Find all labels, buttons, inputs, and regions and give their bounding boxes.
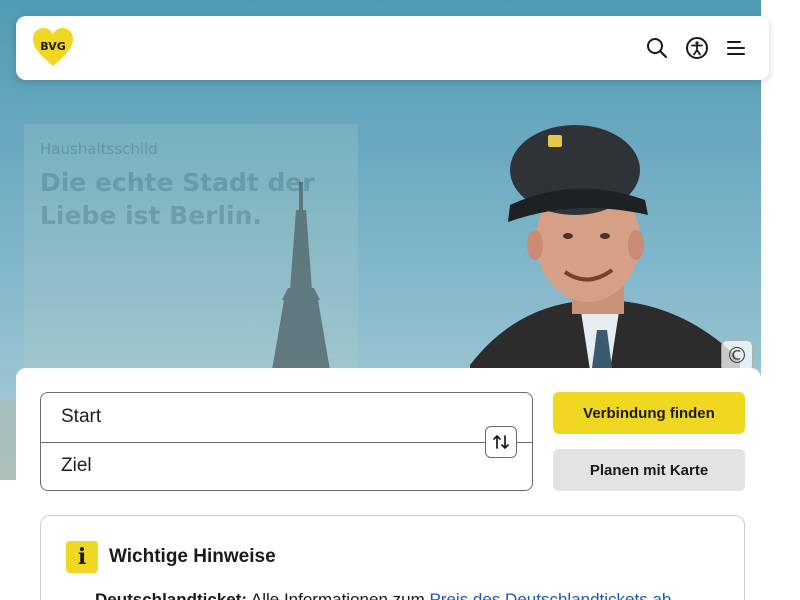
accessibility-button[interactable] <box>685 36 709 60</box>
search-icon <box>647 38 668 59</box>
route-divider <box>41 442 532 443</box>
notice-title: Wichtige Hinweise <box>109 546 276 567</box>
start-input[interactable]: Start <box>61 406 101 428</box>
notice-item: Deutschlandticket: Alle Informationen zu… <box>95 590 735 600</box>
menu-icon <box>727 41 745 55</box>
hero-text-overlay <box>24 124 358 374</box>
notice-item-text: Alle Informationen zum <box>247 590 430 600</box>
top-header: BVG <box>16 16 769 80</box>
destination-input[interactable]: Ziel <box>61 455 92 477</box>
accessibility-icon <box>686 37 708 59</box>
plan-with-map-button[interactable]: Planen mit Karte <box>553 449 745 491</box>
notice-item-label: Deutschlandticket: <box>95 590 248 600</box>
conductor-figure <box>470 125 740 380</box>
swap-icon <box>493 435 509 449</box>
menu-button[interactable] <box>725 36 749 60</box>
deutschlandticket-price-link[interactable]: Preis des Deutschlandtickets ab <box>429 590 671 600</box>
route-input-group: Start Ziel <box>40 392 533 491</box>
swap-start-destination-button[interactable] <box>485 426 517 458</box>
important-notices-card: i Wichtige Hinweise Deutschlandticket: A… <box>40 515 745 600</box>
info-icon: i <box>66 541 98 573</box>
hero-headline: Die echte Stadt der Liebe ist Berlin. <box>40 168 315 230</box>
copyright-icon: © <box>726 343 748 369</box>
info-glyph: i <box>77 544 87 570</box>
logo-text: BVG <box>40 40 66 53</box>
hero-kicker: Haushaltsschild <box>40 140 158 158</box>
search-button[interactable] <box>645 36 669 60</box>
find-connection-button[interactable]: Verbindung finden <box>553 392 745 434</box>
bvg-logo[interactable]: BVG <box>32 27 74 69</box>
